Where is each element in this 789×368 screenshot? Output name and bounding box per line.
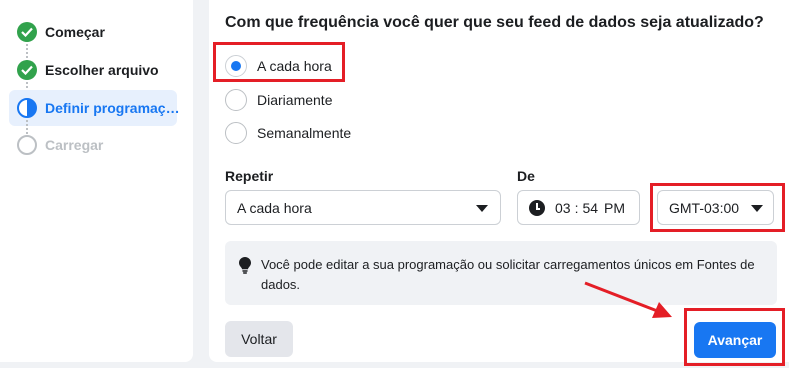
radio-option-weekly[interactable]: Semanalmente bbox=[225, 120, 351, 146]
check-circle-icon bbox=[17, 60, 37, 80]
radio-option-daily[interactable]: Diariamente bbox=[225, 87, 332, 113]
repeat-label: Repetir bbox=[225, 168, 274, 184]
info-box: Você pode editar a sua programação ou so… bbox=[225, 241, 777, 305]
half-circle-icon bbox=[17, 98, 37, 118]
step-label: Definir programaç… bbox=[45, 100, 180, 116]
time-minute[interactable]: 54 bbox=[582, 200, 598, 216]
steps-sidebar: Começar Escolher arquivo Definir program… bbox=[0, 0, 193, 362]
time-ampm[interactable]: PM bbox=[604, 200, 625, 216]
check-circle-icon bbox=[17, 22, 37, 42]
radio-label: Diariamente bbox=[257, 92, 333, 108]
repeat-select-value: A cada hora bbox=[237, 199, 312, 216]
radio-button[interactable] bbox=[225, 89, 247, 111]
empty-circle-icon bbox=[17, 135, 37, 155]
radio-button[interactable] bbox=[225, 122, 247, 144]
from-label: De bbox=[517, 168, 535, 184]
step-label: Escolher arquivo bbox=[45, 62, 159, 78]
clock-icon bbox=[529, 199, 545, 216]
highlight-hourly-option bbox=[213, 42, 345, 82]
radio-label: Semanalmente bbox=[257, 125, 352, 141]
frequency-question: Com que frequência você quer que seu fee… bbox=[225, 14, 764, 31]
info-text: Você pode editar a sua programação ou so… bbox=[261, 257, 755, 292]
step-comecar[interactable]: Começar bbox=[9, 14, 177, 50]
step-carregar: Carregar bbox=[9, 127, 177, 163]
step-escolher-arquivo[interactable]: Escolher arquivo bbox=[9, 52, 177, 88]
back-button[interactable]: Voltar bbox=[225, 321, 293, 357]
step-definir-programacao[interactable]: Definir programaç… bbox=[9, 90, 180, 126]
caret-down-icon bbox=[476, 205, 488, 212]
time-input[interactable]: 03 : 54 PM bbox=[517, 190, 640, 225]
step-label: Carregar bbox=[45, 137, 104, 153]
time-separator: : bbox=[574, 199, 579, 216]
repeat-select[interactable]: A cada hora bbox=[225, 190, 501, 225]
step-label: Começar bbox=[45, 24, 105, 40]
highlight-timezone bbox=[650, 183, 785, 232]
lightbulb-icon bbox=[239, 257, 251, 274]
highlight-next-button bbox=[684, 308, 785, 366]
time-hour[interactable]: 03 bbox=[555, 200, 571, 216]
